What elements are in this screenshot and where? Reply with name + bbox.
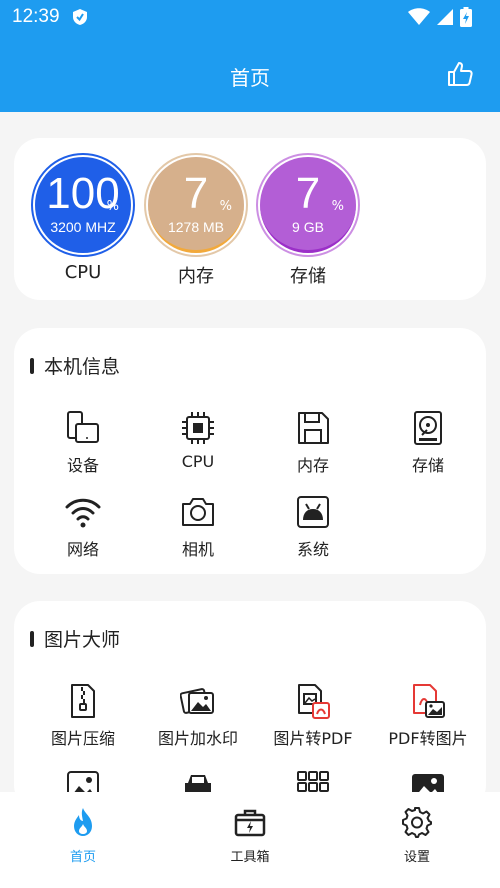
camera-icon [182, 498, 214, 526]
cpu-gauge-detail: 3200 MHZ [50, 219, 116, 235]
battery-charging-icon [460, 7, 472, 27]
zip-file-icon [71, 684, 95, 718]
wifi-signal-icon [408, 8, 430, 25]
grid-item-label: 图片转PDF [273, 729, 353, 748]
stats-card: 100 % 3200 MHZ CPU 7 % 1278 MB 内存 7 % 9 … [14, 138, 486, 300]
memory-gauge-unit: % [219, 199, 232, 214]
nav-item-toolbox[interactable]: 工具箱 [167, 792, 333, 888]
image-stack-icon [180, 688, 214, 714]
device-info-title: 本机信息 [44, 356, 121, 378]
grid-item-memory[interactable]: 内存 [254, 410, 372, 486]
section-marker [30, 357, 34, 374]
storage-gauge-label: 存储 [290, 266, 326, 287]
thumbs-up-icon[interactable] [446, 60, 474, 88]
section-marker [30, 630, 34, 647]
image-to-pdf-icon [298, 684, 330, 719]
bottom-navigation: 首页 工具箱 设置 [0, 792, 500, 888]
storage-gauge-detail: 9 GB [292, 219, 324, 235]
storage-gauge-unit: % [331, 199, 344, 214]
grid-item-cpu[interactable]: CPU [139, 410, 257, 486]
grid-item-device[interactable]: 设备 [24, 410, 142, 486]
grid-item-network[interactable]: 网络 [24, 494, 142, 570]
device-info-header: 本机信息 [30, 352, 120, 379]
grid-item-label: 设备 [66, 456, 99, 475]
memory-gauge[interactable]: 7 % 1278 MB [144, 153, 248, 257]
cpu-gauge-label: CPU [64, 262, 102, 283]
pdf-to-image-icon [413, 684, 445, 718]
nav-label-toolbox: 工具箱 [230, 850, 270, 865]
memory-gauge-detail: 1278 MB [167, 219, 225, 235]
grid-item-label: 图片加水印 [157, 729, 238, 748]
gear-icon [402, 807, 432, 838]
cpu-gauge-unit: % [106, 199, 119, 214]
hard-drive-icon [414, 411, 442, 445]
memory-save-icon [298, 412, 329, 444]
status-bar: 12:39 [0, 0, 500, 34]
status-time: 12:39 [12, 6, 60, 27]
cpu-chip-icon [182, 412, 214, 444]
shield-icon [73, 9, 87, 25]
picture-master-header: 图片大师 [30, 625, 120, 652]
grid-item-label: 图片压缩 [50, 729, 115, 748]
grid-item-label: 网络 [66, 540, 99, 559]
device-icon [67, 411, 99, 443]
grid-item-watermark[interactable]: 图片加水印 [139, 683, 257, 759]
grid-item-storage[interactable]: 存储 [369, 410, 487, 486]
nav-item-home[interactable]: 首页 [0, 792, 166, 888]
toolbox-icon [234, 809, 266, 837]
grid-item-system[interactable]: 系统 [254, 494, 372, 570]
grid-item-label: 系统 [296, 540, 329, 559]
storage-gauge[interactable]: 7 % 9 GB [256, 153, 360, 257]
grid-item-label: 存储 [411, 456, 444, 475]
memory-gauge-label: 内存 [178, 266, 214, 287]
grid-item-label: 相机 [181, 540, 214, 559]
grid-item-label: PDF转图片 [388, 729, 468, 748]
nav-item-settings[interactable]: 设置 [334, 792, 500, 888]
nav-label-settings: 设置 [403, 850, 430, 865]
grid-item-label: CPU [181, 452, 215, 471]
page-title: 首页 [230, 66, 270, 90]
grid-item-camera[interactable]: 相机 [139, 494, 257, 570]
picture-master-card: 图片大师 图片压缩 图片加水印 图片转PDF PDF转图片 [14, 601, 486, 811]
cell-signal-icon [437, 9, 453, 25]
grid-item-image-compress[interactable]: 图片压缩 [24, 683, 142, 759]
nav-label-home: 首页 [69, 850, 96, 865]
picture-master-title: 图片大师 [44, 629, 121, 651]
cpu-gauge[interactable]: 100 % 3200 MHZ [31, 153, 135, 257]
app-bar: 首页 [0, 34, 500, 112]
grid-item-image-to-pdf[interactable]: 图片转PDF [254, 683, 372, 759]
grid-item-label: 内存 [296, 456, 329, 475]
device-info-card: 本机信息 设备 CPU 内存 存储 网络 相机 系统 [14, 328, 486, 574]
flame-icon [74, 808, 92, 836]
android-icon [297, 496, 329, 528]
wifi-icon [65, 498, 101, 528]
grid-item-pdf-to-image[interactable]: PDF转图片 [369, 683, 486, 759]
